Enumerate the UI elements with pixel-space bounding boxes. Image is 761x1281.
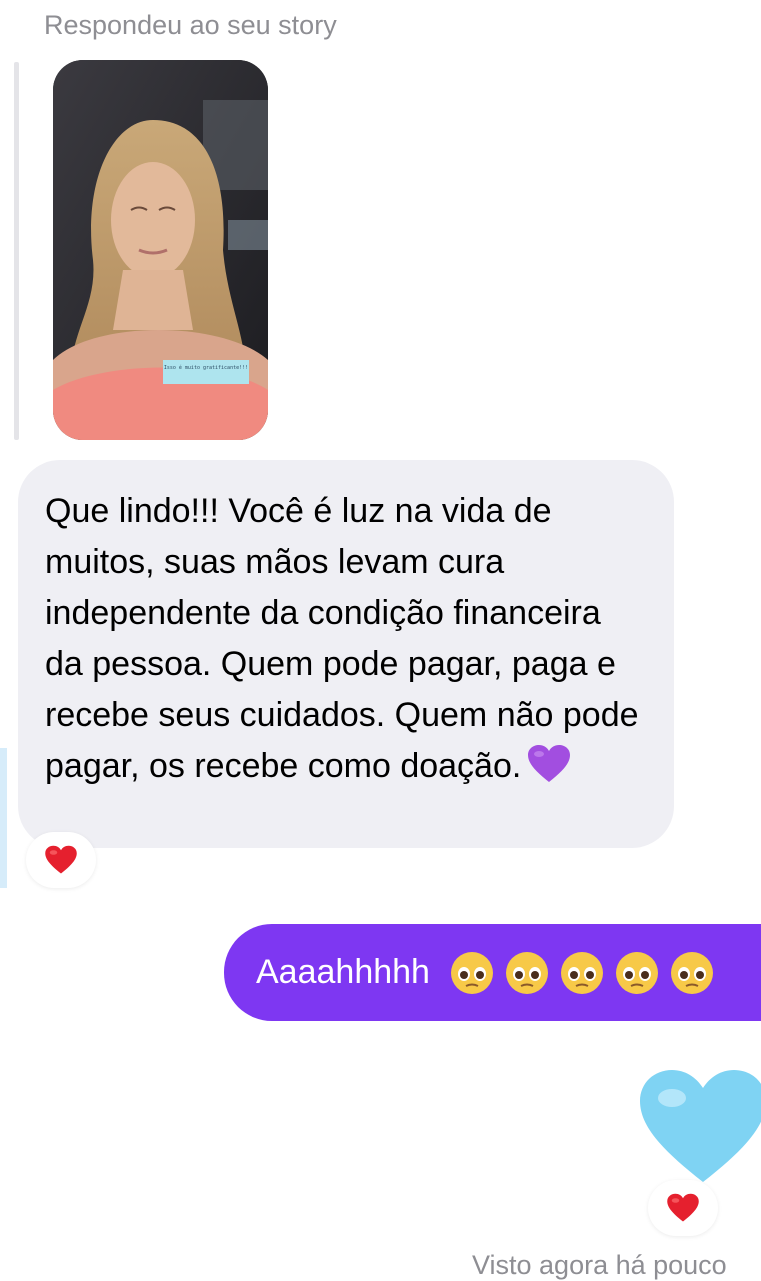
outgoing-message-text: Aaaahhhhh: [256, 953, 430, 991]
incoming-message-text: Que lindo!!! Você é luz na vida de muito…: [45, 486, 646, 792]
seen-status: Visto agora há pouco: [472, 1250, 727, 1280]
story-thumbnail[interactable]: Isso é muito gratificante!!!: [53, 60, 268, 440]
outgoing-message-bubble[interactable]: Aaaahhhhh: [224, 924, 761, 1021]
left-accent-bar: [0, 748, 7, 888]
red-heart-icon: [45, 845, 77, 874]
story-sticker: Isso é muito gratificante!!!: [163, 360, 249, 384]
incoming-message-bubble[interactable]: Que lindo!!! Você é luz na vida de muito…: [18, 460, 674, 848]
pleading-face-icon: [505, 951, 548, 994]
pleading-face-icon: [615, 951, 658, 994]
incoming-message-body: Que lindo!!! Você é luz na vida de muito…: [45, 492, 639, 785]
incoming-message-reaction[interactable]: [26, 832, 96, 888]
pleading-face-icon: [560, 951, 603, 994]
story-reply-bar: [14, 62, 19, 440]
pleading-face-icon: [450, 951, 493, 994]
reply-label: Respondeu ao seu story: [44, 10, 337, 40]
red-heart-icon: [667, 1193, 699, 1222]
outgoing-heart-reaction[interactable]: [648, 1180, 718, 1236]
purple-heart-icon: [528, 745, 571, 783]
light-blue-heart-icon[interactable]: [638, 1068, 761, 1186]
pleading-face-icon: [670, 951, 713, 994]
